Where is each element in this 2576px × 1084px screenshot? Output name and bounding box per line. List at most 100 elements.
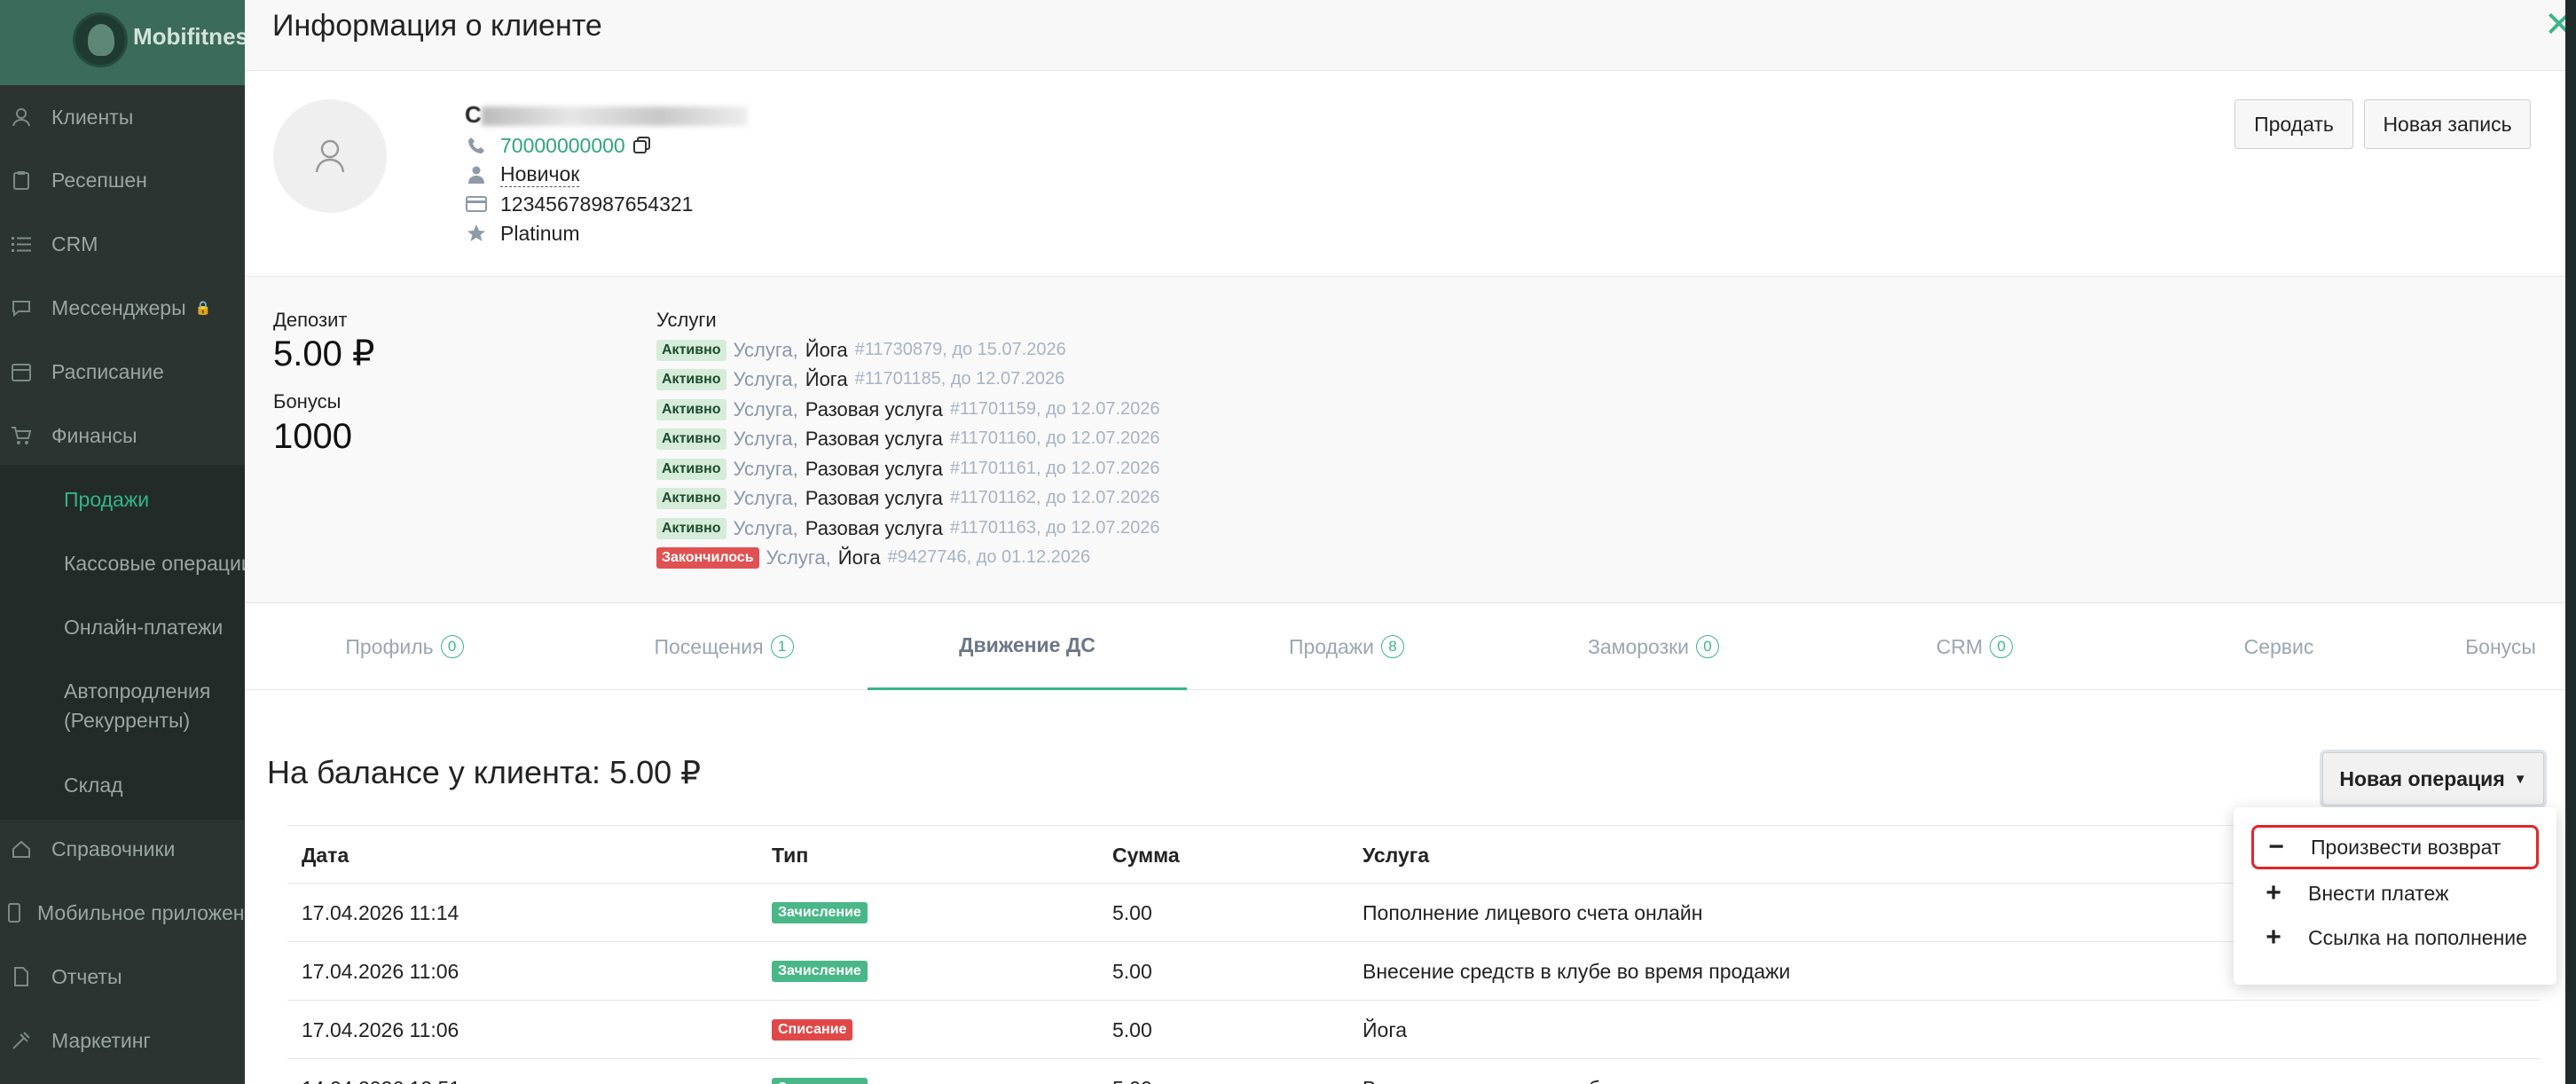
new-record-button[interactable]: Новая запись: [2364, 99, 2531, 149]
service-name: Разовая услуга: [805, 397, 943, 420]
tab-profile[interactable]: Профиль 0: [245, 603, 564, 690]
sidebar-item-reports[interactable]: Отчеты: [0, 946, 245, 1008]
tab-label: Профиль: [345, 634, 434, 658]
tabs-bar: Профиль 0 Посещения 1 Движение ДС Продаж…: [245, 603, 2565, 690]
cell-date: 17.04.2026 11:14: [302, 900, 459, 924]
bonus-label: Бонусы: [273, 390, 342, 412]
tab-count: 0: [440, 635, 464, 658]
menu-item-label: Внести платеж: [2308, 881, 2449, 905]
tab-label: Сервис: [2243, 634, 2314, 658]
status-badge: Активно: [656, 428, 726, 450]
cell-date: 17.04.2026 11:06: [302, 1017, 459, 1041]
deposit-value: 5.00 ₽: [273, 334, 375, 373]
sidebar-item-reception[interactable]: Ресепшен: [0, 149, 245, 211]
cell-date: 14.04.2026 12:51: [302, 1059, 460, 1084]
service-item[interactable]: Закончилось Услуга, Йога #9427746, до 01…: [656, 543, 1090, 572]
menu-item-label: Ссылка на пополнение: [2308, 925, 2527, 949]
col-service: Услуга: [1363, 843, 1430, 867]
sidebar-item-finance[interactable]: Финансы: [0, 405, 245, 467]
phone-icon: [7, 902, 21, 923]
table-row[interactable]: 17.04.2026 11:06 Списание 5.00 Йога: [287, 1001, 2541, 1059]
lock-icon: 🔒: [194, 301, 212, 316]
submenu-item-sales[interactable]: Продажи: [64, 485, 149, 515]
sidebar-item-crm[interactable]: CRM: [0, 213, 245, 275]
cell-sum: 5.00: [1112, 1059, 1152, 1084]
service-name: Разовая услуга: [805, 516, 943, 539]
clipboard-icon: [7, 169, 35, 191]
tab-label: CRM: [1936, 634, 1983, 658]
service-item[interactable]: Активно Услуга, Разовая услуга #11701163…: [656, 514, 1160, 543]
modal-title: Информация о клиенте: [272, 9, 602, 43]
tab-visits[interactable]: Посещения 1: [564, 603, 884, 690]
type-badge: Зачисление: [772, 1078, 868, 1084]
service-item[interactable]: Активно Услуга, Йога #11701185, до 12.07…: [656, 365, 1064, 394]
submenu-item-autorenewals-sub[interactable]: (Рекурренты): [64, 706, 190, 735]
client-level: Platinum: [500, 221, 580, 245]
submenu-item-autorenewals[interactable]: Автопродления: [64, 677, 210, 706]
list-icon: [7, 233, 35, 255]
home-icon: [7, 838, 35, 860]
service-meta: #11701162, до 12.07.2026: [949, 488, 1160, 507]
sidebar-item-label: CRM: [51, 232, 98, 255]
sidebar-item-messengers[interactable]: Мессенджеры 🔒: [0, 277, 245, 339]
close-icon[interactable]: ✕: [2544, 7, 2565, 43]
sidebar-item-directories[interactable]: Справочники: [0, 818, 245, 880]
avatar: [273, 99, 387, 213]
tab-service[interactable]: Сервис: [2119, 603, 2439, 690]
topup-link-menu-item[interactable]: + Ссылка на пополнение: [2251, 915, 2539, 960]
cell-type: Зачисление: [772, 942, 868, 1001]
add-payment-menu-item[interactable]: + Внести платеж: [2251, 871, 2539, 915]
table-row[interactable]: 17.04.2026 11:14 Зачисление 5.00 Пополне…: [287, 884, 2541, 942]
client-name: С: [465, 101, 748, 129]
refund-menu-item[interactable]: − Произвести возврат: [2251, 825, 2539, 869]
tab-crm[interactable]: CRM 0: [1815, 603, 2134, 690]
finance-summary: Депозит 5.00 ₽ Бонусы 1000 Услуги Активн…: [245, 277, 2565, 603]
service-type: Услуга,: [766, 546, 831, 569]
client-card-row: 12345678987654321: [465, 190, 693, 218]
service-type: Услуга,: [733, 427, 798, 450]
copy-icon[interactable]: [632, 136, 652, 155]
submenu-item-online-payments[interactable]: Онлайн-платежи: [64, 613, 223, 642]
service-name: Йога: [805, 338, 848, 361]
status-badge: Активно: [656, 517, 726, 539]
sidebar-item-schedule[interactable]: Расписание: [0, 341, 245, 403]
sidebar-item-marketing[interactable]: Маркетинг: [0, 1009, 245, 1072]
new-operation-button[interactable]: Новая операция ▼: [2322, 752, 2544, 805]
brand-logo-icon[interactable]: [73, 12, 128, 67]
tab-freezes[interactable]: Заморозки 0: [1494, 603, 1813, 690]
client-phone-link[interactable]: 70000000000: [500, 134, 625, 158]
submenu-item-warehouse[interactable]: Склад: [64, 771, 123, 800]
cell-date: 17.04.2026 11:06: [302, 959, 459, 983]
new-operation-dropdown: − Произвести возврат + Внести платеж + С…: [2234, 807, 2556, 985]
user-icon: [7, 106, 35, 128]
cell-service: Пополнение лицевого счета онлайн: [1363, 900, 1703, 924]
sell-button[interactable]: Продать: [2234, 99, 2353, 149]
tab-bonuses[interactable]: Бонусы: [2436, 603, 2565, 690]
service-meta: #9427746, до 01.12.2026: [887, 547, 1091, 567]
client-status[interactable]: Новичок: [500, 162, 580, 187]
tab-count: 1: [770, 635, 794, 658]
service-item[interactable]: Активно Услуга, Разовая услуга #11701159…: [656, 395, 1160, 424]
sidebar-item-mobile-app[interactable]: Мобильное приложение: [0, 882, 245, 944]
sidebar: Mobifitness Клиенты Ресепшен CRM Мессенд…: [0, 0, 245, 1084]
service-item[interactable]: Активно Услуга, Разовая услуга #11701161…: [656, 454, 1160, 483]
service-item[interactable]: Активно Услуга, Разовая услуга #11701162…: [656, 483, 1160, 513]
service-item[interactable]: Активно Услуга, Йога #11730879, до 15.07…: [656, 335, 1066, 365]
menu-item-label: Произвести возврат: [2311, 835, 2501, 859]
col-type: Тип: [772, 843, 809, 867]
submenu-item-cash-operations[interactable]: Кассовые операции: [64, 549, 245, 578]
table-row[interactable]: 17.04.2026 11:06 Зачисление 5.00 Внесени…: [287, 942, 2541, 1001]
service-item[interactable]: Активно Услуга, Разовая услуга #11701160…: [656, 424, 1160, 453]
client-level-row: Platinum: [465, 219, 579, 247]
table-row[interactable]: 14.04.2026 12:51 Зачисление 5.00 Внесени…: [287, 1059, 2541, 1084]
tab-cash-flow[interactable]: Движение ДС: [868, 603, 1187, 690]
cell-sum: 5.00: [1112, 900, 1152, 924]
sidebar-item-clients[interactable]: Клиенты: [0, 86, 245, 148]
brand-name[interactable]: Mobifitness: [133, 23, 245, 51]
tab-sales[interactable]: Продажи 8: [1187, 603, 1506, 690]
tab-label: Посещения: [654, 634, 764, 658]
status-badge: Активно: [656, 368, 726, 390]
service-meta: #11730879, до 15.07.2026: [854, 340, 1066, 359]
service-name: Разовая услуга: [805, 457, 943, 480]
type-badge: Зачисление: [772, 961, 868, 982]
